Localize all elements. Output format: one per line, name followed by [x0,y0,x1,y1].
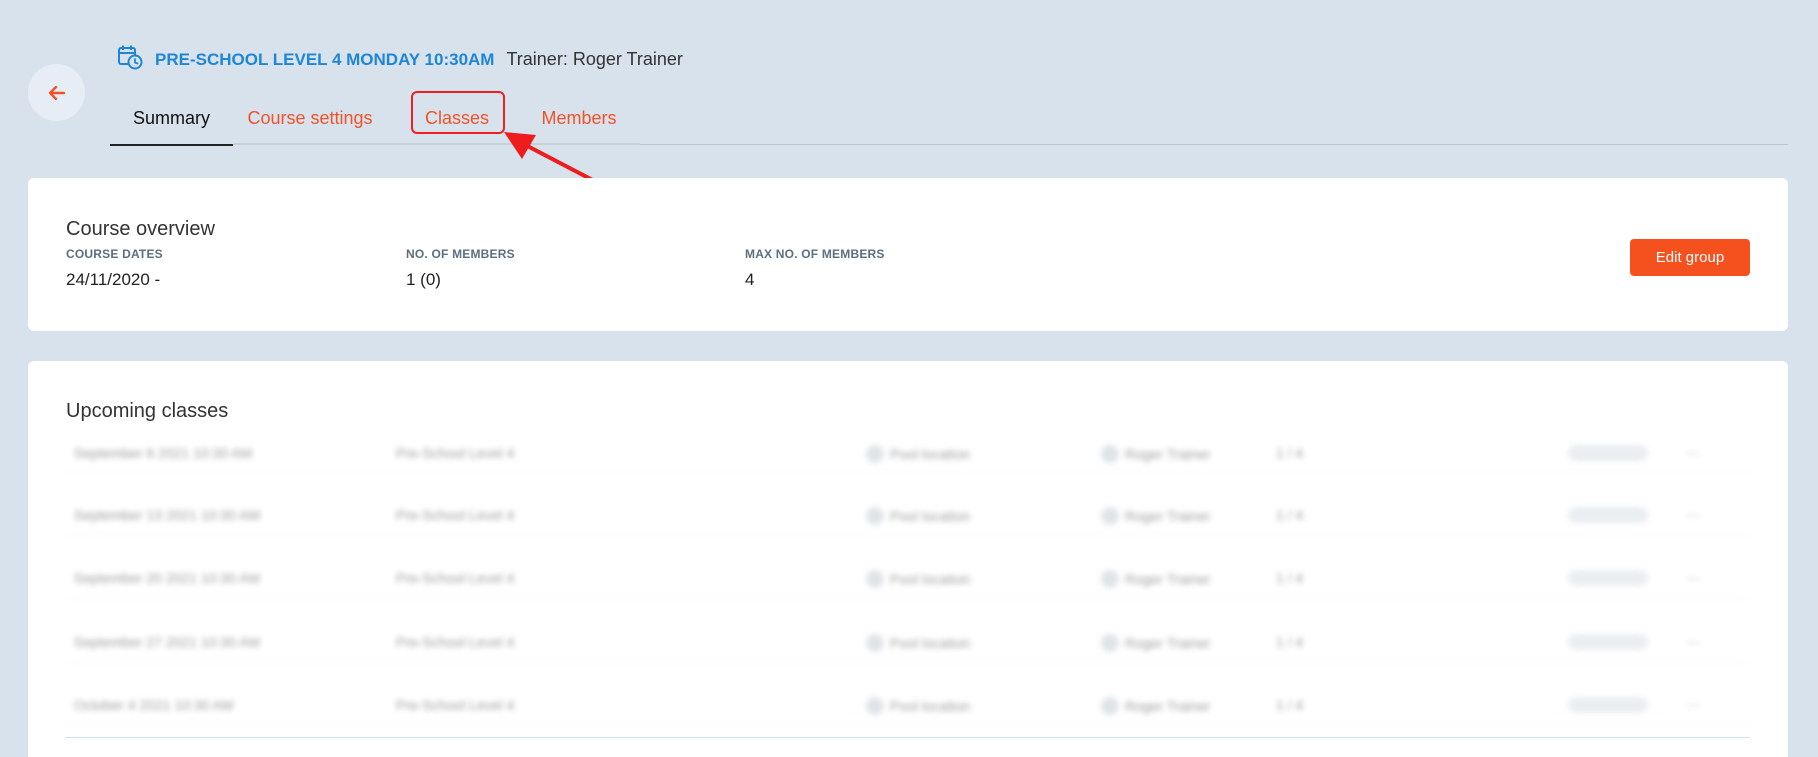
class-location: Pool location [866,634,970,652]
page-header: PRE-SCHOOL LEVEL 4 MONDAY 10:30AM Traine… [117,44,683,75]
class-name: Pre-School Level 4 [396,445,515,461]
class-status: Scheduled [1568,445,1648,461]
stat-label: COURSE DATES [66,247,163,261]
more-icon[interactable]: ⋯ [1686,445,1700,462]
tab-course-settings[interactable]: Course settings [247,92,372,145]
trainer-text: Roger Trainer [1125,446,1211,462]
stat-value: 24/11/2020 - [66,270,161,289]
location-text: Pool location [890,446,971,462]
more-icon[interactable]: ⋯ [1686,697,1700,714]
trainer-icon [1101,570,1119,588]
stat-course-dates: COURSE DATES 24/11/2020 - [66,247,163,290]
edit-group-button[interactable]: Edit group [1630,239,1750,276]
location-icon [866,445,884,463]
class-date: September 20 2021 10:30 AM [74,570,261,586]
more-icon[interactable]: ⋯ [1686,634,1700,651]
class-location: Pool location [866,570,970,588]
stat-no-of-members: NO. OF MEMBERS 1 (0) [406,247,515,290]
class-count: 1 / 4 [1276,697,1304,713]
table-row[interactable]: September 27 2021 10:30 AM Pre-School Lev… [66,622,1750,662]
trainer-text: Roger Trainer [1125,698,1211,714]
location-text: Pool location [890,571,971,587]
tab-bar: Summary Course settings Classes Members [110,92,1788,146]
more-icon[interactable]: ⋯ [1686,507,1700,524]
more-icon[interactable]: ⋯ [1686,570,1700,587]
trainer-icon [1101,445,1119,463]
status-badge [1568,507,1648,523]
class-location: Pool location [866,697,970,715]
location-text: Pool location [890,508,971,524]
class-trainer: Roger Trainer [1101,697,1211,715]
stat-value: 1 (0) [406,270,441,289]
status-badge [1568,570,1648,586]
class-date: October 4 2021 10:30 AM [74,697,234,713]
course-title: PRE-SCHOOL LEVEL 4 MONDAY 10:30AM [155,49,495,69]
class-name: Pre-School Level 4 [396,634,515,650]
class-name: Pre-School Level 4 [396,507,515,523]
table-row[interactable]: September 20 2021 10:30 AM Pre-School Lev… [66,558,1750,598]
back-button[interactable] [28,64,85,121]
class-count: 1 / 4 [1276,507,1304,523]
location-text: Pool location [890,635,971,651]
stat-label: MAX NO. OF MEMBERS [745,247,885,261]
trainer-icon [1101,507,1119,525]
trainer-icon [1101,634,1119,652]
trainer-icon [1101,697,1119,715]
class-name: Pre-School Level 4 [396,570,515,586]
arrow-left-icon [48,85,65,100]
class-status: Scheduled [1568,570,1648,586]
table-row[interactable]: September 13 2021 10:30 AM Pre-School Lev… [66,495,1750,535]
class-status: Scheduled [1568,507,1648,523]
class-date: September 27 2021 10:30 AM [74,634,261,650]
location-text: Pool location [890,698,971,714]
location-icon [866,634,884,652]
class-count: 1 / 4 [1276,570,1304,586]
stat-max-no-of-members: MAX NO. OF MEMBERS 4 [745,247,885,290]
course-overview-card: Course overview COURSE DATES 24/11/2020 … [28,178,1788,331]
stat-value: 4 [745,270,755,289]
table-row[interactable]: September 6 2021 10:30 AM Pre-School Leve… [66,433,1750,473]
table-divider [66,737,1750,738]
tab-classes[interactable]: Classes [410,92,504,145]
status-badge [1568,445,1648,461]
class-status: Scheduled [1568,634,1648,650]
status-badge [1568,634,1648,650]
trainer-text: Roger Trainer [1125,635,1211,651]
class-trainer: Roger Trainer [1101,570,1211,588]
class-location: Pool location [866,507,970,525]
class-status: Scheduled [1568,697,1648,713]
stat-label: NO. OF MEMBERS [406,247,515,261]
class-trainer: Roger Trainer [1101,445,1211,463]
upcoming-classes-card: Upcoming classes September 6 2021 10:30 … [28,361,1788,757]
table-row[interactable]: October 4 2021 10:30 AM Pre-School Level … [66,685,1750,725]
course-overview-title: Course overview [66,218,215,240]
class-count: 1 / 4 [1276,445,1304,461]
location-icon [866,697,884,715]
class-date: September 13 2021 10:30 AM [74,507,261,523]
class-trainer: Roger Trainer [1101,634,1211,652]
tab-members[interactable]: Members [534,92,624,145]
trainer-label: Trainer: Roger Trainer [506,49,683,69]
calendar-clock-icon [117,44,143,75]
status-badge [1568,697,1648,713]
class-date: September 6 2021 10:30 AM [74,445,253,461]
class-trainer: Roger Trainer [1101,507,1211,525]
location-icon [866,570,884,588]
class-name: Pre-School Level 4 [396,697,515,713]
trainer-text: Roger Trainer [1125,508,1211,524]
class-count: 1 / 4 [1276,634,1304,650]
class-location: Pool location [866,445,970,463]
upcoming-classes-title: Upcoming classes [66,400,229,422]
trainer-text: Roger Trainer [1125,571,1211,587]
tab-summary[interactable]: Summary [110,92,233,146]
location-icon [866,507,884,525]
